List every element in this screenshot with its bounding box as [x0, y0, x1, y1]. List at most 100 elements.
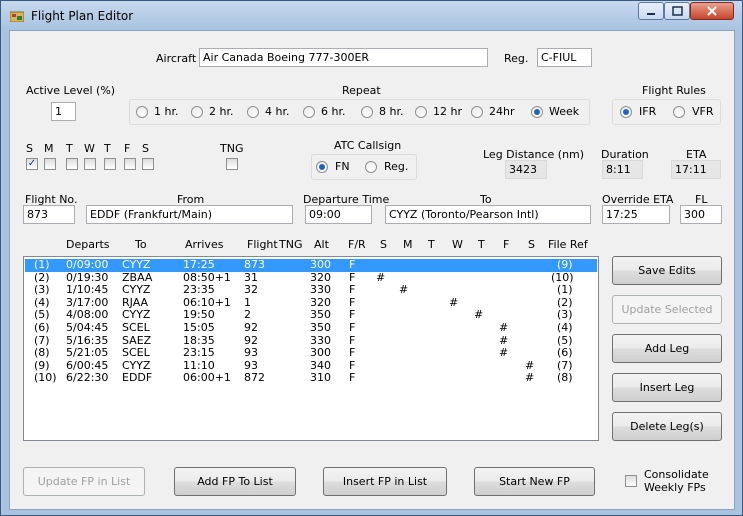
column-header[interactable]: To	[135, 238, 147, 251]
insert-fp-button[interactable]: Insert FP in List	[323, 467, 447, 496]
cell-fr: F	[349, 295, 356, 309]
column-header[interactable]: F	[503, 238, 509, 251]
cell-to: ZBAA	[122, 270, 153, 284]
column-header[interactable]: TNG	[279, 238, 302, 251]
cell-file-ref: (3)	[557, 308, 573, 322]
column-header[interactable]: Departs	[66, 238, 110, 251]
table-row[interactable]: (6) 5/04:45 SCEL 15:05 92 350 F # (4)	[25, 322, 597, 335]
column-header[interactable]: M	[403, 238, 413, 251]
start-new-fp-button[interactable]: Start New FP	[474, 467, 595, 496]
insert-leg-button[interactable]: Insert Leg	[612, 373, 722, 402]
radio-callsign-reg[interactable]	[365, 161, 377, 173]
column-header[interactable]: W	[452, 238, 463, 251]
radio-repeat-6[interactable]	[415, 106, 427, 118]
radio-repeat-8[interactable]	[531, 106, 543, 118]
title-bar[interactable]: Flight Plan Editor	[1, 1, 742, 30]
fl-field[interactable]: 300	[680, 205, 722, 224]
radio-callsign-fn[interactable]	[316, 161, 328, 173]
column-header[interactable]: F/R	[348, 238, 366, 251]
active-level-field[interactable]: 1	[51, 102, 76, 121]
update-selected-button[interactable]: Update Selected	[612, 295, 722, 324]
column-header[interactable]: Arrives	[185, 238, 223, 251]
cell-arrives: 19:50	[183, 308, 215, 322]
cell-arrives: 11:10	[183, 358, 215, 372]
callsign-fn-label: FN	[335, 160, 350, 173]
add-leg-button[interactable]: Add Leg	[612, 334, 722, 363]
radio-repeat-2[interactable]	[191, 106, 203, 118]
cell-day: #	[474, 308, 484, 322]
tng-checkbox[interactable]	[226, 158, 238, 170]
eta-value: 17:11	[671, 160, 721, 179]
table-row[interactable]: (3) 1/10:45 CYYZ 23:35 32 330 F # (1)	[25, 284, 597, 297]
add-fp-button[interactable]: Add FP To List	[174, 467, 296, 496]
column-header[interactable]: S	[380, 238, 387, 251]
day-checkbox-1[interactable]: ✓	[26, 158, 38, 170]
cell-to: CYYZ	[122, 258, 151, 271]
app-icon	[10, 11, 24, 22]
legs-list[interactable]: (1) 0/09:00 CYYZ 17:25 873 300 F (9) (2) 0/19:30 Z…	[23, 256, 599, 441]
aircraft-field[interactable]: Air Canada Boeing 777-300ER	[199, 48, 488, 67]
cell-day: #	[376, 270, 386, 284]
cell-alt: 310	[310, 371, 331, 385]
cell-flight: 873	[244, 258, 265, 271]
day-checkbox-3[interactable]	[66, 158, 78, 170]
delete-legs-button[interactable]: Delete Leg(s)	[612, 412, 722, 441]
override-eta-field[interactable]: 17:25	[602, 205, 670, 224]
cell-fr: F	[349, 283, 356, 297]
radio-vfr[interactable]	[673, 106, 685, 118]
table-row[interactable]: (8) 5/21:05 SCEL 23:15 93 300 F # (6)	[25, 347, 597, 360]
column-header[interactable]: Alt	[314, 238, 329, 251]
minimize-button[interactable]	[638, 2, 664, 20]
from-field[interactable]: EDDF (Frankfurt/Main)	[86, 205, 293, 224]
update-selected-label: Update Selected	[621, 303, 713, 316]
column-header[interactable]: File Ref	[548, 238, 588, 251]
consolidate-checkbox[interactable]	[625, 475, 637, 487]
day-checkbox-2[interactable]	[44, 158, 56, 170]
column-header[interactable]: T	[428, 238, 435, 251]
cell-fr: F	[349, 258, 356, 271]
cell-flight: 1	[244, 295, 251, 309]
form-client-area: Aircraft Air Canada Boeing 777-300ER Reg…	[9, 30, 735, 510]
to-field[interactable]: CYYZ (Toronto/Pearson Intl)	[385, 205, 591, 224]
cell-file-ref: (8)	[557, 371, 573, 385]
radio-repeat-4[interactable]	[303, 106, 315, 118]
maximize-icon	[672, 6, 683, 16]
day-checkbox-5[interactable]	[104, 158, 116, 170]
column-header[interactable]: T	[478, 238, 485, 251]
maximize-button[interactable]	[664, 2, 690, 20]
update-fp-button[interactable]: Update FP in List	[23, 467, 145, 496]
radio-repeat-7[interactable]	[471, 106, 483, 118]
day-checkbox-6[interactable]	[124, 158, 136, 170]
column-header[interactable]: S	[528, 238, 535, 251]
day-checkbox-4[interactable]	[84, 158, 96, 170]
cell-day: #	[525, 358, 535, 372]
day-checkbox-7[interactable]	[142, 158, 154, 170]
radio-ifr[interactable]	[620, 106, 632, 118]
cell-to: SCEL	[122, 321, 150, 334]
row-index: (8)	[34, 346, 50, 360]
radio-repeat-1[interactable]	[136, 106, 148, 118]
cell-arrives: 06:10+1	[183, 295, 231, 309]
reg-field[interactable]: C-FIUL	[537, 48, 592, 67]
flight-no-field[interactable]: 873	[23, 205, 75, 224]
radio-repeat-5[interactable]	[361, 106, 373, 118]
cell-fr: F	[349, 308, 356, 322]
cell-departs: 6/22:30	[66, 371, 109, 385]
cell-arrives: 23:15	[183, 346, 215, 360]
radio-repeat-3[interactable]	[247, 106, 259, 118]
cell-arrives: 15:05	[183, 321, 215, 334]
cell-flight: 93	[244, 346, 258, 360]
close-button[interactable]	[690, 2, 734, 20]
cell-alt: 320	[310, 295, 331, 309]
row-index: (6)	[34, 321, 50, 334]
cell-flight: 872	[244, 371, 265, 385]
callsign-reg-label: Reg.	[384, 160, 409, 173]
table-row[interactable]: (1) 0/09:00 CYYZ 17:25 873 300 F (9)	[25, 259, 597, 272]
departure-time-field[interactable]: 09:00	[305, 205, 372, 224]
day-label: T	[104, 142, 111, 155]
save-edits-button[interactable]: Save Edits	[612, 256, 722, 285]
table-row[interactable]: (10) 6/22:30 EDDF 06:00+1 872 310 F # (8)	[25, 372, 597, 385]
row-index: (1)	[34, 258, 50, 271]
column-header[interactable]: Flight	[247, 238, 278, 251]
cell-to: SCEL	[122, 346, 150, 360]
